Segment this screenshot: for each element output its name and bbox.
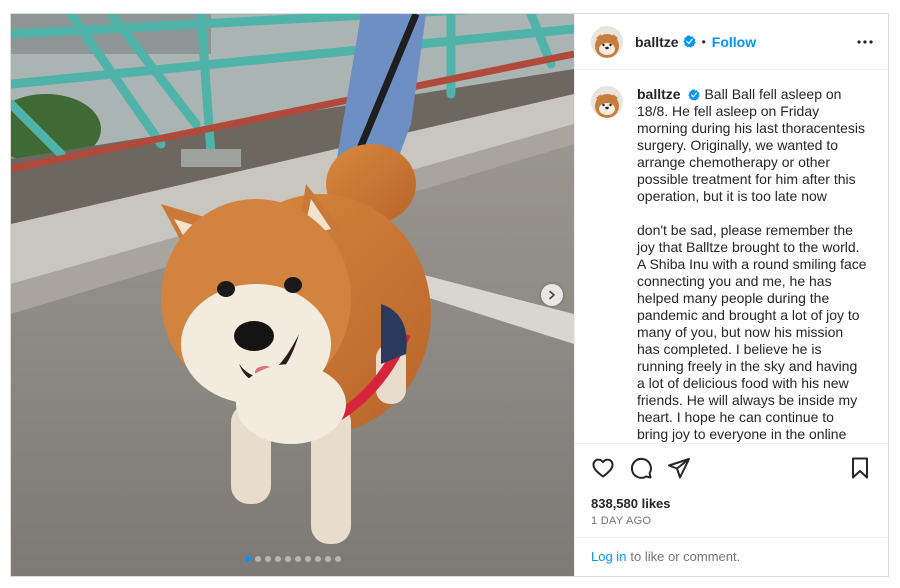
follow-button[interactable]: Follow	[712, 34, 756, 50]
carousel-dot	[264, 556, 271, 562]
separator-dot: •	[701, 34, 706, 49]
verified-badge-icon	[688, 89, 701, 101]
post-caption: balltze Ball Ball fell asleep on 18/8. H…	[637, 86, 867, 442]
caption-paragraph-2: don't be sad, please remember the joy th…	[637, 222, 867, 443]
carousel-pagination	[11, 556, 574, 562]
verified-badge-icon	[682, 35, 696, 48]
caption-username-link[interactable]: balltze	[637, 86, 681, 102]
carousel-next-button[interactable]	[541, 284, 563, 306]
login-link[interactable]: Log in	[591, 549, 626, 564]
carousel-dot	[244, 556, 251, 562]
post-media-carousel[interactable]	[11, 14, 574, 576]
avatar[interactable]	[591, 25, 623, 58]
carousel-dot	[324, 556, 331, 562]
carousel-dot	[334, 556, 341, 562]
comment-icon[interactable]	[629, 456, 653, 480]
post-timestamp[interactable]: 1 DAY AGO	[591, 515, 872, 527]
login-prompt-text: to like or comment.	[630, 549, 741, 565]
more-options-icon[interactable]	[856, 33, 874, 51]
chevron-right-icon	[547, 290, 557, 300]
heart-icon[interactable]	[591, 456, 615, 480]
username-link[interactable]: balltze	[635, 34, 679, 50]
action-bar	[591, 444, 872, 492]
avatar[interactable]	[591, 86, 623, 119]
post-side-panel: balltze • Follow balltze Ball Ball fell …	[574, 14, 888, 576]
instagram-post: balltze • Follow balltze Ball Ball fell …	[10, 13, 889, 577]
post-photo-shiba-inu	[11, 14, 574, 576]
carousel-dot	[304, 556, 311, 562]
caption-paragraph-1: Ball Ball fell asleep on 18/8. He fell a…	[637, 86, 866, 205]
save-icon[interactable]	[848, 456, 872, 480]
carousel-dot	[254, 556, 261, 562]
carousel-dot	[284, 556, 291, 562]
share-icon[interactable]	[667, 456, 691, 480]
post-actions-area: 838,580 likes 1 DAY AGO	[575, 442, 888, 527]
carousel-dot	[314, 556, 321, 562]
login-prompt: Log in to like or comment.	[575, 536, 888, 576]
likes-count[interactable]: 838,580 likes	[591, 496, 872, 511]
carousel-dot	[274, 556, 281, 562]
carousel-dot	[294, 556, 301, 562]
post-header: balltze • Follow	[575, 14, 888, 71]
caption-area: balltze Ball Ball fell asleep on 18/8. H…	[575, 70, 888, 442]
